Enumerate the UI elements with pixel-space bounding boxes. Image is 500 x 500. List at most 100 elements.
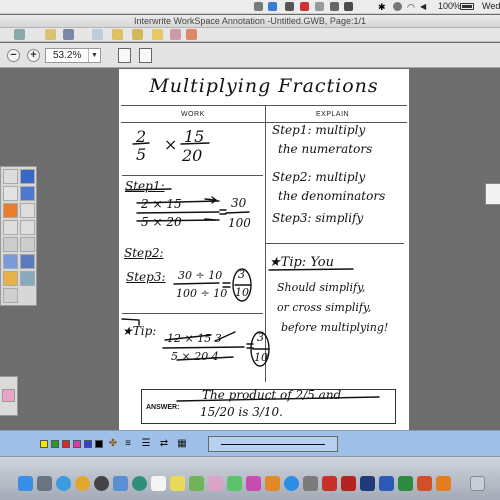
clock[interactable]: Wed <box>482 1 500 11</box>
line-width-icon[interactable]: ≡ <box>122 438 134 450</box>
line-preview[interactable] <box>208 436 338 452</box>
window-titlebar: Interwrite WorkSpace Annotation -Untitle… <box>0 15 500 28</box>
eraser-icon[interactable] <box>2 389 15 402</box>
powerpoint-icon[interactable] <box>417 476 432 491</box>
pen-icon[interactable] <box>186 29 197 40</box>
toolbar-top <box>0 28 500 42</box>
photoshop-icon[interactable] <box>360 476 375 491</box>
arrow <box>204 218 216 221</box>
color-swatch-yellow[interactable] <box>40 440 48 448</box>
flash-icon[interactable] <box>341 476 356 491</box>
page-title: Multiplying Fractions <box>149 75 379 97</box>
finder-icon[interactable] <box>18 476 33 491</box>
pen-tablet-icon[interactable] <box>344 2 353 11</box>
delete-icon[interactable] <box>3 203 18 218</box>
color-swatch-green[interactable] <box>51 440 59 448</box>
arrow <box>204 196 218 204</box>
color-swatch-pink[interactable] <box>73 440 81 448</box>
trash-icon[interactable] <box>470 476 485 491</box>
folder-tool-icon[interactable] <box>3 271 18 286</box>
single-page-icon[interactable] <box>118 48 131 63</box>
monitor-icon[interactable] <box>330 2 339 11</box>
volume-icon[interactable]: ◀ <box>420 2 429 11</box>
messages-icon[interactable] <box>227 476 242 491</box>
app-status-icon-2[interactable] <box>285 2 294 11</box>
worksheet-page[interactable]: Multiplying Fractions WORK EXPLAIN 2 5 ×… <box>119 69 409 430</box>
work-column-header: WORK <box>181 111 205 118</box>
time-machine-icon[interactable] <box>393 2 402 11</box>
calendar-icon[interactable] <box>151 476 166 491</box>
problem-fraction-b-den: 20 <box>182 146 203 165</box>
line-style-icon[interactable]: ☰ <box>140 438 152 450</box>
color-swatch-red[interactable] <box>62 440 70 448</box>
color-swatch-black[interactable] <box>95 440 103 448</box>
chevron-down-icon[interactable]: ▼ <box>88 49 100 62</box>
word-icon[interactable] <box>379 476 394 491</box>
highlighter-icon[interactable] <box>20 186 35 201</box>
camera-tool-icon[interactable] <box>20 271 35 286</box>
side-panel-tab[interactable] <box>485 183 500 205</box>
arrow-style-icon[interactable]: ⇄ <box>158 438 170 450</box>
undo-icon[interactable] <box>20 203 35 218</box>
color-picker-icon[interactable]: ✤ <box>107 438 119 450</box>
maps-icon[interactable] <box>189 476 204 491</box>
step1-result-num: 30 <box>231 196 247 210</box>
explain-divider-1 <box>266 243 404 244</box>
dropbox-icon[interactable] <box>268 2 277 11</box>
line-tool-icon[interactable] <box>3 237 18 252</box>
mail-icon[interactable] <box>14 29 25 40</box>
notes-icon[interactable] <box>170 476 185 491</box>
bluetooth-icon[interactable]: ✱ <box>378 2 387 12</box>
tip-denominator: 5 × 20 4 <box>171 350 219 363</box>
transparency-icon[interactable]: ▦ <box>176 438 188 450</box>
page-tool-icon[interactable] <box>3 288 18 303</box>
mail-icon[interactable] <box>113 476 128 491</box>
app-status-icon[interactable] <box>254 2 263 11</box>
ibooks-icon[interactable] <box>265 476 280 491</box>
launchpad-icon[interactable] <box>37 476 52 491</box>
color-swatch-blue[interactable] <box>84 440 92 448</box>
clock-icon[interactable] <box>94 476 109 491</box>
text-tool-icon[interactable] <box>3 220 18 235</box>
capture-tool-icon[interactable] <box>20 254 35 269</box>
display-icon[interactable] <box>315 2 324 11</box>
chrome-icon[interactable] <box>75 476 90 491</box>
appstore-icon[interactable] <box>284 476 299 491</box>
fraction-bar <box>225 211 250 214</box>
pen-tool-icon[interactable] <box>20 169 35 184</box>
itunes-icon[interactable] <box>246 476 261 491</box>
answer-box: ANSWER: The product of 2/5 and 15/20 is … <box>141 388 396 424</box>
photos-icon[interactable] <box>208 476 223 491</box>
arrow-tool-icon[interactable] <box>20 237 35 252</box>
zoom-select[interactable]: 53.2% ▼ <box>45 48 101 63</box>
save-icon[interactable] <box>152 29 163 40</box>
zoom-in-button[interactable]: + <box>27 49 40 62</box>
dock <box>0 456 500 500</box>
zoom-out-button[interactable]: − <box>7 49 20 62</box>
preferences-icon[interactable] <box>303 476 318 491</box>
excel-icon[interactable] <box>398 476 413 491</box>
capture-icon[interactable] <box>92 29 103 40</box>
open-icon[interactable] <box>132 29 143 40</box>
select-icon[interactable] <box>3 186 18 201</box>
image-tool-icon[interactable] <box>3 254 18 269</box>
eraser-palette <box>0 376 18 416</box>
step3-label: Step3: <box>126 270 166 284</box>
safari-icon[interactable] <box>56 476 71 491</box>
notes-icon[interactable] <box>112 29 123 40</box>
multi-page-icon[interactable] <box>139 48 152 63</box>
step2-label: Step2: <box>124 246 164 260</box>
print-icon[interactable] <box>170 29 181 40</box>
answer-label: ANSWER: <box>146 404 180 411</box>
shape-tool-icon[interactable] <box>20 220 35 235</box>
acrobat-icon[interactable] <box>322 476 337 491</box>
folder-icon[interactable] <box>45 29 56 40</box>
wifi-icon[interactable]: ◠ <box>407 2 416 12</box>
page-icon[interactable] <box>63 29 74 40</box>
battery-icon[interactable] <box>460 3 474 10</box>
contacts-icon[interactable] <box>132 476 147 491</box>
record-icon[interactable] <box>300 2 309 11</box>
pointer-icon[interactable] <box>3 169 18 184</box>
explain-tip-line2: Should simplify, <box>277 281 366 294</box>
interwrite-icon[interactable] <box>436 476 451 491</box>
